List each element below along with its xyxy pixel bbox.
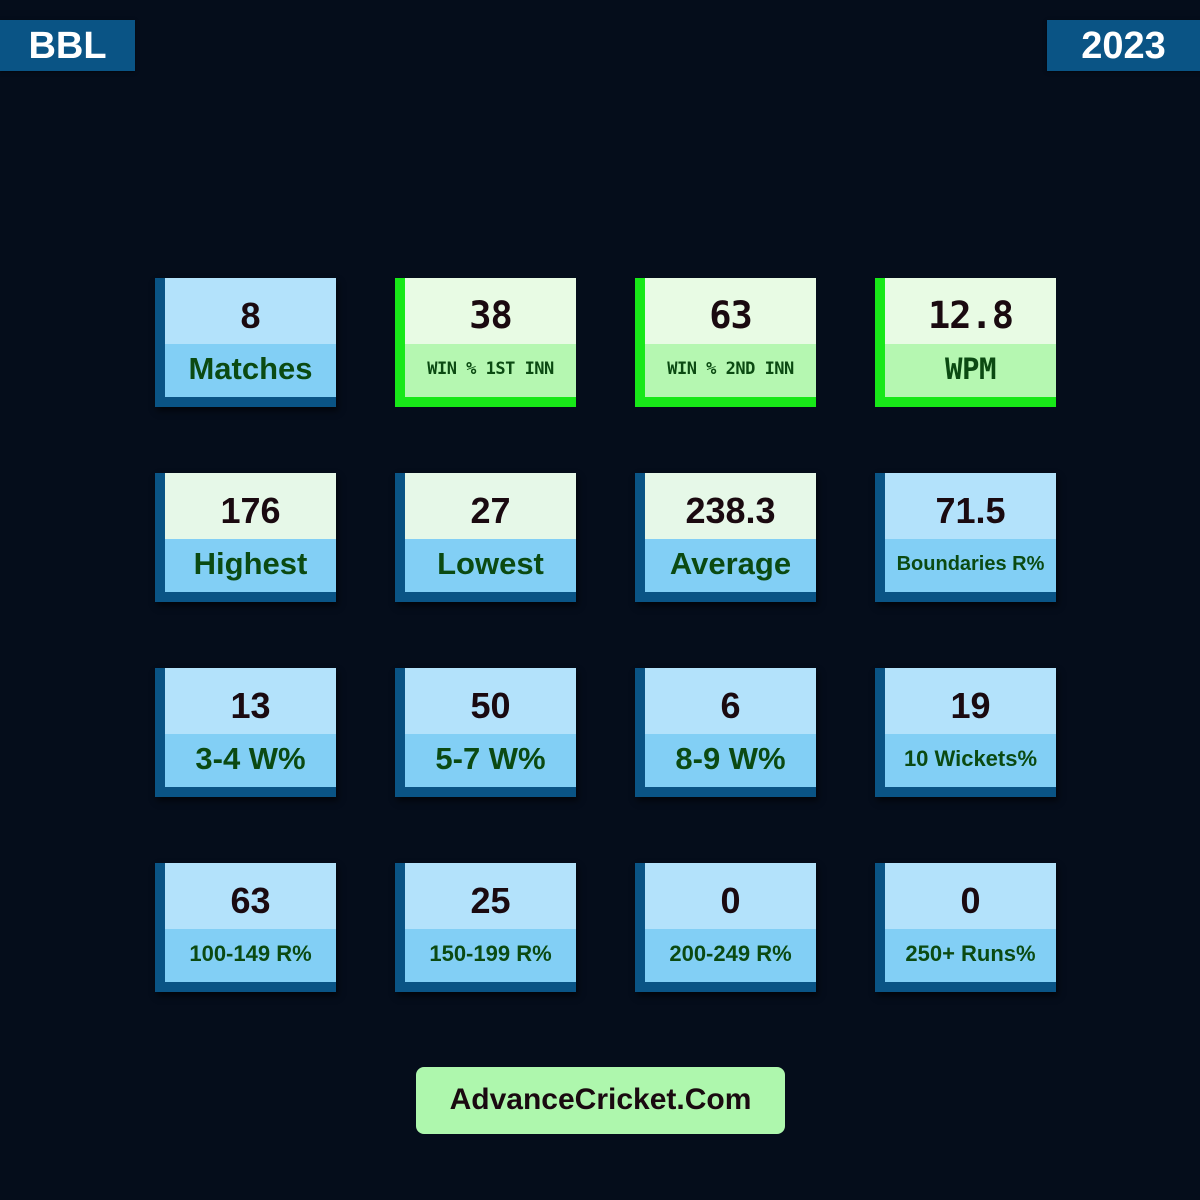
stat-value: 19: [885, 668, 1056, 734]
stat-label: 5-7 W%: [405, 734, 576, 787]
stat-label: 250+ Runs%: [885, 929, 1056, 982]
stat-card-100-149-runs: 63 100-149 R%: [155, 863, 336, 992]
stat-card-150-199-runs: 25 150-199 R%: [395, 863, 576, 992]
stat-value: 176: [165, 473, 336, 539]
stat-card-boundaries: 71.5 Boundaries R%: [875, 473, 1056, 602]
stat-card-highest: 176 Highest: [155, 473, 336, 602]
stat-label: Average: [645, 539, 816, 592]
stat-label: 100-149 R%: [165, 929, 336, 982]
stat-value: 50: [405, 668, 576, 734]
stat-value: 27: [405, 473, 576, 539]
stat-value: 8: [165, 278, 336, 344]
stat-card-200-249-runs: 0 200-249 R%: [635, 863, 816, 992]
stat-card-average: 238.3 Average: [635, 473, 816, 602]
stat-card-lowest: 27 Lowest: [395, 473, 576, 602]
stat-label: 3-4 W%: [165, 734, 336, 787]
stat-value: 38: [405, 278, 576, 344]
brand-link[interactable]: AdvanceCricket.Com: [416, 1067, 785, 1134]
stat-value: 238.3: [645, 473, 816, 539]
stat-card-250-plus-runs: 0 250+ Runs%: [875, 863, 1056, 992]
stat-value: 71.5: [885, 473, 1056, 539]
stat-card-10-wickets: 19 10 Wickets%: [875, 668, 1056, 797]
stat-card-8-9-wickets: 6 8-9 W%: [635, 668, 816, 797]
stat-label: 10 Wickets%: [885, 734, 1056, 787]
stat-card-matches: 8 Matches: [155, 278, 336, 407]
stat-card-wpm: 12.8 WPM: [875, 278, 1056, 407]
stat-label: 200-249 R%: [645, 929, 816, 982]
stat-value: 25: [405, 863, 576, 929]
stat-value: 6: [645, 668, 816, 734]
stat-card-win-2nd-inn: 63 WIN % 2ND INN: [635, 278, 816, 407]
stat-label: 150-199 R%: [405, 929, 576, 982]
stat-value: 63: [645, 278, 816, 344]
stat-label: Matches: [165, 344, 336, 397]
stat-card-win-1st-inn: 38 WIN % 1ST INN: [395, 278, 576, 407]
stat-card-3-4-wickets: 13 3-4 W%: [155, 668, 336, 797]
year-badge: 2023: [1047, 20, 1200, 71]
stat-label: Boundaries R%: [885, 539, 1056, 592]
league-badge: BBL: [0, 20, 135, 71]
stat-label: WPM: [885, 344, 1056, 397]
stat-value: 63: [165, 863, 336, 929]
stat-value: 0: [645, 863, 816, 929]
stat-value: 0: [885, 863, 1056, 929]
stat-label: Highest: [165, 539, 336, 592]
stat-card-5-7-wickets: 50 5-7 W%: [395, 668, 576, 797]
stat-label: Lowest: [405, 539, 576, 592]
stat-value: 13: [165, 668, 336, 734]
stat-label: WIN % 2ND INN: [645, 344, 816, 397]
stat-label: WIN % 1ST INN: [405, 344, 576, 397]
stat-value: 12.8: [885, 278, 1056, 344]
stat-label: 8-9 W%: [645, 734, 816, 787]
